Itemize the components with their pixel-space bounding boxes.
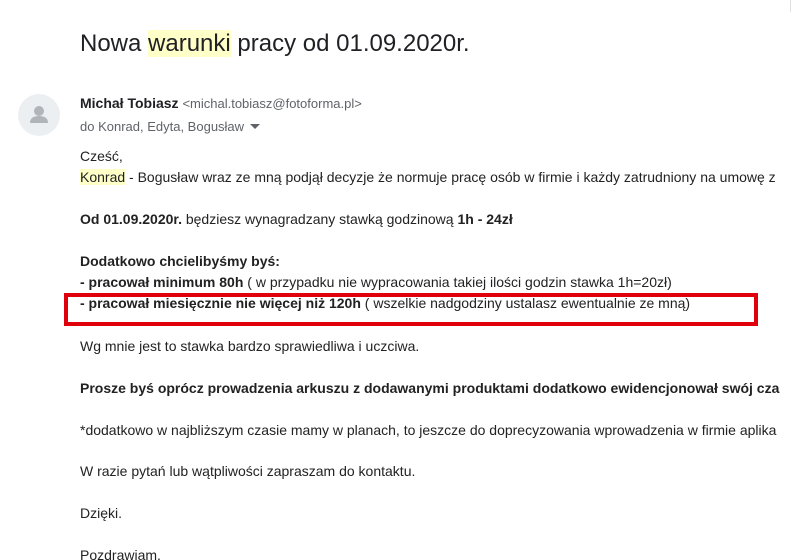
greeting: Cześć, [80,148,123,164]
paragraph-1-text: - Bogusław wraz ze mną podjął decyzje że… [125,169,776,185]
person-icon [30,106,48,123]
sender-email: <michal.tobiasz@fotoforma.pl> [182,96,362,111]
sender-name[interactable]: Michał Tobiasz [80,95,179,111]
subject-suffix: pracy od 01.09.2020r. [230,30,470,57]
recipients-line: do Konrad, Edyta, Bogusław [80,119,261,134]
email-subject: Nowa warunki pracy od 01.09.2020r. [80,30,470,58]
body-paragraph-1: Konrad - Bogusław wraz ze mną podjął dec… [80,168,776,186]
body-paragraph-3: Wg mnie jest to stawka bardzo sprawiedli… [80,338,420,354]
conditions-heading: Dodatkowo chcielibyśmy byś: [80,253,280,269]
annotation-highlight-box [64,293,758,326]
condition-minimum: - pracował minimum 80h ( w przypadku nie… [80,273,672,291]
subject-highlight: warunki [148,30,231,57]
chevron-down-icon[interactable] [250,124,261,129]
body-closing: Pozdrawiam, [80,547,161,560]
recipient-name-highlight: Konrad [80,169,126,185]
start-date: Od 01.09.2020r. [80,211,182,227]
divider [790,0,791,12]
body-paragraph-5: *dodatkowo w najbliższym czasie mamy w p… [80,422,777,438]
condition-minimum-bold: - pracował minimum 80h [80,274,244,290]
paragraph-2-text: będziesz wynagradzany stawką godzinową [181,211,458,227]
body-paragraph-6: W razie pytań lub wątpliwości zapraszam … [80,463,416,479]
hourly-rate: 1h - 24zł [457,211,513,227]
recipients-text: do Konrad, Edyta, Bogusław [80,119,245,134]
email-view: Nowa warunki pracy od 01.09.2020r. Micha… [0,0,806,560]
subject-prefix: Nowa [80,30,149,57]
body-paragraph-4: Prosze byś oprócz prowadzenia arkuszu z … [80,380,780,396]
body-paragraph-2: Od 01.09.2020r. będziesz wynagradzany st… [80,210,513,228]
avatar[interactable] [18,94,60,136]
sender-info: Michał Tobiasz <michal.tobiasz@fotoforma… [80,95,362,111]
body-thanks: Dzięki. [80,505,123,521]
condition-minimum-text: ( w przypadku nie wypracowania takiej il… [243,274,672,290]
